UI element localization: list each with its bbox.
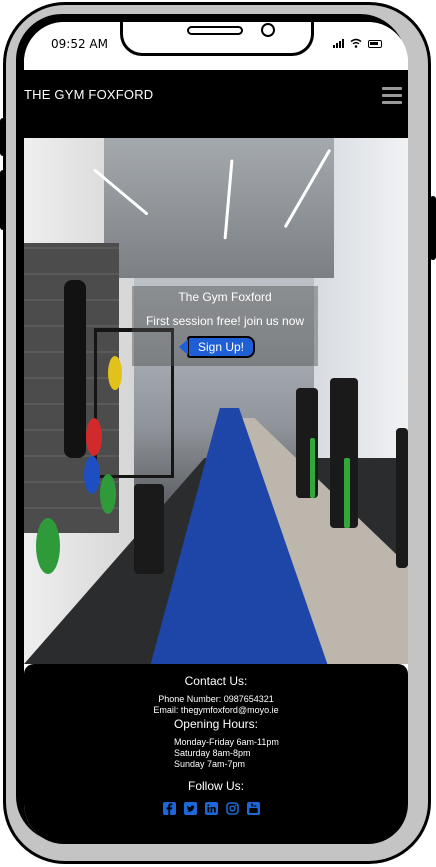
hours-saturday: Saturday 8am-8pm	[174, 748, 251, 758]
hamburger-menu-icon[interactable]	[382, 87, 402, 104]
status-icons	[333, 38, 382, 48]
follow-heading: Follow Us:	[187, 779, 244, 793]
status-time: 09:52 AM	[51, 37, 108, 51]
footer: Contact Us: Phone Number: 0987654321 Ema…	[24, 664, 408, 844]
phone-side-button	[0, 118, 6, 156]
twitter-icon[interactable]	[184, 802, 197, 815]
brand-logo-text[interactable]: THE GYM FOXFORD	[24, 87, 153, 102]
weight-plate	[84, 456, 100, 494]
hours-sunday: Sunday 7am-7pm	[174, 759, 246, 769]
phone-power-button	[430, 196, 436, 260]
instagram-icon[interactable]	[226, 802, 239, 815]
hours-heading: Opening Hours:	[173, 717, 259, 731]
hero-image: The Gym Foxford First session free! join…	[24, 138, 408, 664]
gym-bench	[134, 484, 164, 574]
contact-heading: Contact Us:	[184, 674, 248, 688]
facebook-icon[interactable]	[163, 802, 176, 815]
phone-notch	[120, 22, 314, 56]
hours-weekday: Monday-Friday 6am-11pm	[174, 737, 279, 747]
weight-plate	[108, 356, 122, 390]
wifi-icon	[350, 38, 362, 48]
machine-green-frame	[344, 458, 350, 528]
contact-email[interactable]: Email: thegymfoxford@moyo.ie	[24, 705, 408, 715]
phone-screen: 09:52 AM THE GYM FOXFORD The Gym Foxford…	[24, 22, 408, 844]
phone-volume-button	[0, 170, 6, 230]
linkedin-icon[interactable]	[205, 802, 218, 815]
contact-phone: Phone Number: 0987654321	[158, 694, 274, 704]
cross-trainer	[396, 428, 408, 568]
weight-plate	[86, 418, 102, 456]
youtube-icon[interactable]	[247, 802, 260, 815]
social-links	[163, 802, 260, 815]
weight-plate	[100, 474, 116, 514]
status-bar: 09:52 AM	[24, 22, 408, 70]
battery-icon	[368, 40, 382, 48]
hero-title: The Gym Foxford	[178, 290, 272, 304]
punching-bag	[64, 280, 86, 458]
sign-up-button[interactable]: Sign Up!	[179, 336, 255, 358]
hours-list: Monday-Friday 6am-11pm Saturday 8am-8pm …	[174, 737, 279, 770]
machine-green-frame	[310, 438, 315, 498]
weight-plate	[36, 518, 60, 574]
speaker	[187, 26, 243, 35]
hero-text: First session free! join us now	[145, 314, 305, 328]
navbar: THE GYM FOXFORD	[24, 70, 408, 138]
signal-icon	[333, 39, 344, 48]
front-camera	[261, 23, 275, 37]
